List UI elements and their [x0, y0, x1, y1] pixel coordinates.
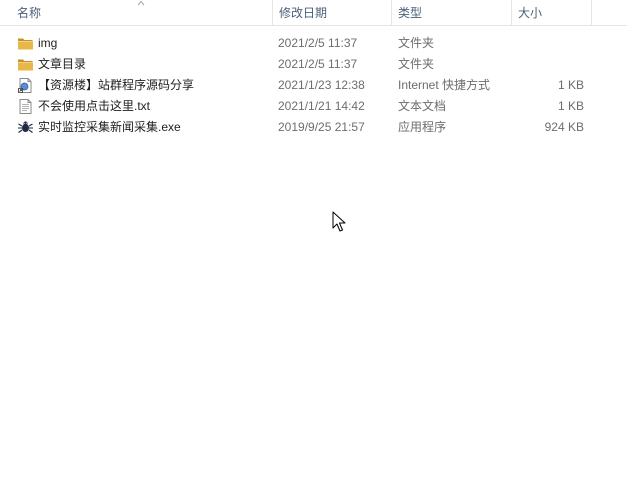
file-name: 【资源楼】站群程序源码分享: [38, 78, 195, 92]
column-header-bar: 名称 修改日期 类型 大小: [0, 0, 627, 26]
file-name: 实时监控采集新闻采集.exe: [38, 120, 181, 134]
file-size: 1 KB: [557, 99, 584, 113]
file-date: 2019/9/25 21:57: [278, 120, 365, 134]
mouse-pointer-icon: [332, 211, 346, 232]
file-date: 2021/1/21 14:42: [278, 99, 365, 113]
internet-shortcut-icon: [18, 78, 32, 93]
file-name: 不会使用点击这里.txt: [38, 99, 151, 113]
column-header-name-label: 名称: [17, 6, 42, 20]
file-row-articles[interactable]: 文章目录 2021/2/5 11:37 文件夹: [0, 54, 627, 75]
column-header-date-label: 修改日期: [279, 6, 328, 20]
file-type: Internet 快捷方式: [398, 78, 491, 92]
file-date: 2021/2/5 11:37: [278, 57, 358, 71]
file-date: 2021/1/23 12:38: [278, 78, 365, 92]
file-name: 文章目录: [38, 57, 87, 71]
file-row-img[interactable]: img 2021/2/5 11:37 文件夹: [0, 33, 627, 54]
file-size: 1 KB: [557, 78, 584, 92]
file-type: 应用程序: [398, 120, 447, 134]
file-type: 文件夹: [398, 57, 435, 71]
text-document-icon: [19, 99, 32, 114]
file-type: 文本文档: [398, 99, 447, 113]
column-header-date[interactable]: 修改日期: [272, 0, 391, 25]
folder-icon: [18, 59, 33, 71]
column-header-size[interactable]: 大小: [511, 0, 591, 25]
file-row-exe[interactable]: 实时监控采集新闻采集.exe 2019/9/25 21:57 应用程序 924 …: [0, 117, 627, 138]
file-size: [512, 54, 584, 75]
folder-icon: [18, 38, 33, 50]
file-type: 文件夹: [398, 36, 435, 50]
file-size: [512, 33, 584, 54]
column-header-type[interactable]: 类型: [391, 0, 511, 25]
spider-application-icon: [18, 121, 33, 133]
column-header-size-label: 大小: [518, 6, 543, 20]
file-name: img: [38, 36, 58, 50]
file-size: 924 KB: [544, 120, 584, 134]
file-date: 2021/2/5 11:37: [278, 36, 358, 50]
file-row-shortcut[interactable]: 【资源楼】站群程序源码分享 2021/1/23 12:38 Internet 快…: [0, 75, 627, 96]
sort-ascending-icon: [137, 0, 145, 6]
column-header-type-label: 类型: [398, 6, 423, 20]
file-row-readme[interactable]: 不会使用点击这里.txt 2021/1/21 14:42 文本文档 1 KB: [0, 96, 627, 117]
column-divider: [591, 0, 592, 25]
